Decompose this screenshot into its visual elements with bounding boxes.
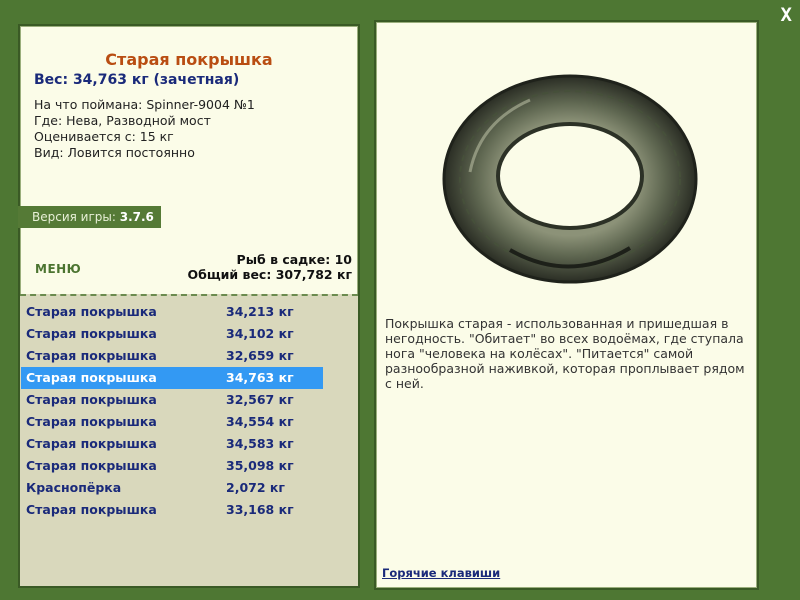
close-button[interactable]: X [781, 4, 792, 26]
evaluated-from-text: Оценивается с: 15 кг [34, 129, 174, 144]
catch-name: Старая покрышка [26, 502, 157, 517]
catch-weight: 34,102 кг [226, 326, 294, 341]
catch-row[interactable]: Старая покрышка 34,763 кг [21, 367, 323, 389]
catch-weight: 34,554 кг [226, 414, 294, 429]
catch-weight: 32,659 кг [226, 348, 294, 363]
catch-row[interactable]: Старая покрышка 34,583 кг [21, 433, 323, 455]
fish-weight: Вес: 34,763 кг (зачетная) [34, 72, 240, 88]
version-value: 3.7.6 [119, 210, 154, 224]
caught-on-text: На что поймана: Spinner-9004 №1 [34, 97, 255, 112]
cage-summary: Рыб в садке: 10 Общий вес: 307,782 кг [188, 252, 353, 282]
catch-name: Старая покрышка [26, 326, 157, 341]
cage-count: Рыб в садке: 10 [236, 252, 352, 267]
catch-name: Старая покрышка [26, 458, 157, 473]
catch-weight: 35,098 кг [226, 458, 294, 473]
catch-row[interactable]: Старая покрышка 32,659 кг [21, 345, 323, 367]
tire-icon [440, 62, 700, 302]
catch-row[interactable]: Старая покрышка 35,098 кг [21, 455, 323, 477]
catch-weight: 34,763 кг [226, 370, 294, 385]
fish-info-panel: Старая покрышка Вес: 34,763 кг (зачетная… [18, 24, 360, 588]
location-text: Где: Нева, Разводной мост [34, 113, 211, 128]
kind-text: Вид: Ловится постоянно [34, 145, 195, 160]
catch-row[interactable]: Старая покрышка 33,168 кг [21, 499, 323, 521]
hotkeys-link[interactable]: Горячие клавиши [382, 566, 500, 580]
fish-title: Старая покрышка [105, 50, 273, 69]
catch-weight: 34,583 кг [226, 436, 294, 451]
catch-weight: 32,567 кг [226, 392, 294, 407]
catch-row[interactable]: Старая покрышка 34,213 кг [21, 301, 323, 323]
version-label: Версия игры: [32, 210, 116, 224]
catch-name: Старая покрышка [26, 304, 157, 319]
catch-weight: 33,168 кг [226, 502, 294, 517]
game-version: Версия игры: 3.7.6 [18, 206, 161, 228]
catch-name: Краснопёрка [26, 480, 122, 495]
catch-row[interactable]: Старая покрышка 34,554 кг [21, 411, 323, 433]
catch-list: Старая покрышка 34,213 кг Старая покрышка 3… [20, 294, 358, 586]
catch-name: Старая покрышка [26, 370, 157, 385]
cage-total-weight: Общий вес: 307,782 кг [187, 267, 353, 282]
fish-description: Покрышка старая - использованная и прише… [385, 316, 745, 391]
fish-detail-panel: Покрышка старая - использованная и прише… [374, 20, 759, 590]
catch-row[interactable]: Старая покрышка 34,102 кг [21, 323, 323, 345]
catch-name: Старая покрышка [26, 414, 157, 429]
catch-row[interactable]: Краснопёрка 2,072 кг [21, 477, 323, 499]
menu-button[interactable]: МЕНЮ [35, 262, 81, 276]
catch-weight: 34,213 кг [226, 304, 294, 319]
catch-name: Старая покрышка [26, 436, 157, 451]
catch-name: Старая покрышка [26, 392, 157, 407]
catch-weight: 2,072 кг [226, 480, 285, 495]
catch-name: Старая покрышка [26, 348, 157, 363]
catch-row[interactable]: Старая покрышка 32,567 кг [21, 389, 323, 411]
